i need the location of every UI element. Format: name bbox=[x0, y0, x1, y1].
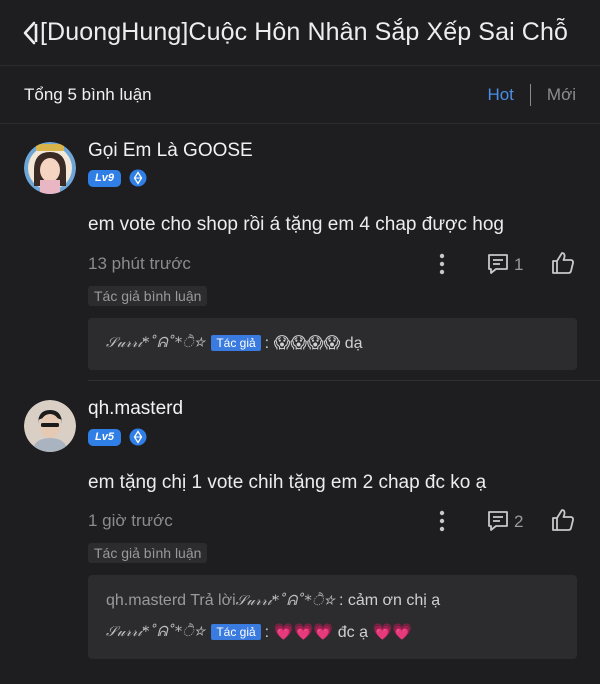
more-vertical-icon[interactable] bbox=[438, 509, 446, 533]
reply-item: 𝒮𝓊𝓇𝓇𝒾*˚ᕱ˚*ੈ☆ Tác giả : 💗💗💗 đc ạ 💗💗 bbox=[106, 622, 412, 642]
comment-count: Tổng 5 bình luận bbox=[24, 84, 152, 104]
thumbs-up-icon[interactable] bbox=[550, 507, 576, 533]
user-badges: Lv5 bbox=[88, 428, 147, 446]
reply-count: 2 bbox=[514, 512, 524, 531]
reply-text: : 😱😱😱😱 dạ bbox=[264, 335, 363, 352]
timestamp: 1 giờ trước bbox=[88, 511, 173, 530]
sort-divider bbox=[529, 83, 531, 106]
comment-text: em vote cho shop rồi á tặng em 4 chap đư… bbox=[88, 214, 504, 235]
reply-count: 1 bbox=[514, 255, 524, 274]
reply-text: : 💗💗💗 đc ạ 💗💗 bbox=[264, 624, 413, 641]
level-badge: Lv9 bbox=[88, 169, 121, 187]
comment-text: em tặng chị 1 vote chih tặng em 2 chap đ… bbox=[88, 472, 487, 493]
username[interactable]: qh.masterd bbox=[88, 398, 183, 420]
more-vertical-icon[interactable] bbox=[438, 252, 446, 276]
comment-item: Gọi Em Là GOOSE Lv9 em vote cho shop rồi… bbox=[0, 124, 600, 380]
reply-author-signature: 𝒮𝓊𝓇𝓇𝒾*˚ᕱ˚*ੈ☆ bbox=[106, 624, 206, 640]
comment-item: qh.masterd Lv5 em tặng chị 1 vote chih t… bbox=[0, 382, 600, 684]
reply-preview[interactable]: 𝒮𝓊𝓇𝓇𝒾*˚ᕱ˚*ੈ☆ Tác giả : 😱😱😱😱 dạ bbox=[88, 318, 577, 370]
reply-preview[interactable]: qh.masterd Trả lời 𝒮𝓊𝓇𝓇𝒾*˚ᕱ˚*ੈ☆ : cảm ơn… bbox=[88, 575, 577, 659]
back-arrow-icon[interactable] bbox=[22, 20, 38, 46]
user-badges: Lv9 bbox=[88, 169, 147, 187]
reply-icon[interactable] bbox=[486, 509, 510, 533]
username[interactable]: Gọi Em Là GOOSE bbox=[88, 140, 253, 162]
comment-divider bbox=[88, 380, 600, 381]
sort-hot-tab[interactable]: Hot bbox=[487, 85, 513, 105]
reply-item: 𝒮𝓊𝓇𝓇𝒾*˚ᕱ˚*ੈ☆ Tác giả : 😱😱😱😱 dạ bbox=[106, 333, 363, 353]
level-badge: Lv5 bbox=[88, 428, 121, 446]
app-header: [DuongHung]Cuộc Hôn Nhân Sắp Xếp Sai Chỗ bbox=[0, 0, 600, 66]
reply-text: : cảm ơn chị ạ bbox=[338, 592, 441, 609]
avatar[interactable] bbox=[24, 400, 76, 452]
page-title: [DuongHung]Cuộc Hôn Nhân Sắp Xếp Sai Chỗ bbox=[40, 18, 568, 46]
sort-switch: Hot Mới bbox=[487, 83, 576, 106]
thumbs-up-icon[interactable] bbox=[550, 250, 576, 276]
reply-icon[interactable] bbox=[486, 252, 510, 276]
author-badge: Tác giả bbox=[211, 624, 261, 640]
author-commented-tag: Tác giả bình luận bbox=[88, 286, 208, 306]
reply-author-signature: 𝒮𝓊𝓇𝓇𝒾*˚ᕱ˚*ੈ☆ bbox=[106, 335, 206, 351]
reply-prefix: qh.masterd Trả lời bbox=[106, 592, 236, 609]
diamond-icon bbox=[129, 169, 147, 187]
reply-target-signature: 𝒮𝓊𝓇𝓇𝒾*˚ᕱ˚*ੈ☆ bbox=[235, 593, 335, 609]
comments-toolbar: Tổng 5 bình luận Hot Mới bbox=[0, 66, 600, 124]
comment-actions: 1 giờ trước 2 bbox=[88, 507, 578, 535]
reply-item: qh.masterd Trả lời 𝒮𝓊𝓇𝓇𝒾*˚ᕱ˚*ੈ☆ : cảm ơn… bbox=[106, 592, 440, 610]
comment-actions: 13 phút trước 1 bbox=[88, 250, 578, 278]
diamond-icon bbox=[129, 428, 147, 446]
timestamp: 13 phút trước bbox=[88, 254, 191, 273]
avatar[interactable] bbox=[24, 142, 76, 194]
author-commented-tag: Tác giả bình luận bbox=[88, 543, 208, 563]
author-badge: Tác giả bbox=[211, 335, 261, 351]
sort-new-tab[interactable]: Mới bbox=[547, 85, 576, 105]
